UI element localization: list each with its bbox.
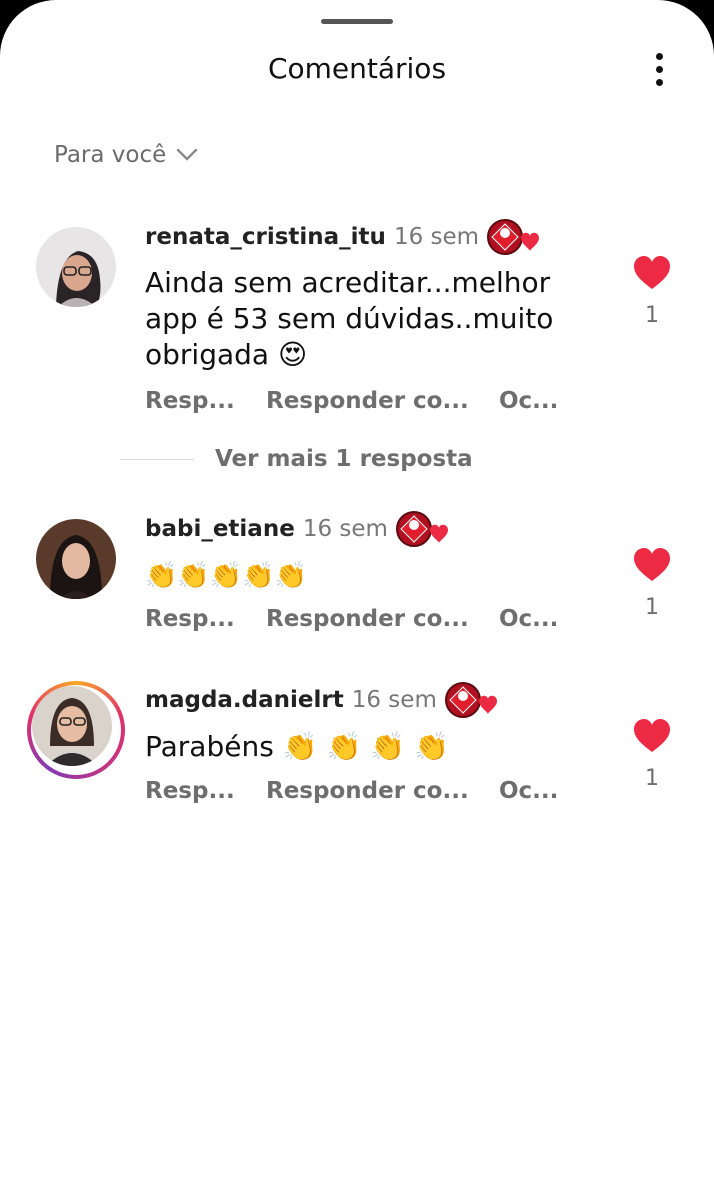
comment-meta: babi_etiane 16 sem	[145, 510, 452, 548]
creator-liked-badge-icon	[444, 681, 501, 719]
reply-button[interactable]: Resp...	[145, 606, 235, 632]
timestamp: 16 sem	[302, 516, 388, 542]
creator-liked-badge-icon	[395, 510, 452, 548]
like-button[interactable]: 1	[632, 255, 672, 328]
like-button[interactable]: 1	[632, 718, 672, 791]
username[interactable]: renata_cristina_itu	[145, 224, 386, 250]
heart-icon	[634, 548, 670, 581]
view-more-replies-label: Ver mais 1 resposta	[215, 446, 473, 472]
reply-with-button[interactable]: Responder co...	[266, 388, 469, 414]
view-more-replies[interactable]: Ver mais 1 resposta	[120, 446, 473, 472]
comment-text: Parabéns 👏 👏 👏 👏	[145, 730, 449, 763]
reply-with-button[interactable]: Responder co...	[266, 606, 469, 632]
heart-icon	[634, 719, 670, 752]
page-title: Comentários	[267, 52, 447, 85]
timestamp: 16 sem	[351, 687, 437, 713]
comment-text: Ainda sem acreditar...melhor app é 53 se…	[145, 266, 554, 371]
timestamp: 16 sem	[393, 224, 480, 250]
reply-with-button[interactable]: Responder co...	[266, 778, 469, 804]
filter-label: Para você	[54, 142, 167, 168]
reply-button[interactable]: Resp...	[145, 778, 235, 804]
like-count: 1	[645, 766, 659, 791]
filter-dropdown[interactable]: Para você	[54, 142, 198, 168]
more-options-icon[interactable]	[644, 50, 676, 90]
heart-icon	[634, 256, 670, 289]
chevron-down-icon	[177, 148, 198, 161]
like-button[interactable]: 1	[632, 547, 672, 620]
hide-button[interactable]: Oc...	[499, 606, 558, 632]
divider	[120, 458, 194, 460]
hide-button[interactable]: Oc...	[499, 778, 558, 804]
like-count: 1	[645, 595, 659, 620]
hide-button[interactable]: Oc...	[499, 388, 558, 414]
drag-handle[interactable]	[321, 19, 393, 24]
comment-meta: magda.danielrt 16 sem	[145, 681, 501, 719]
reply-button[interactable]: Resp...	[145, 388, 235, 414]
creator-liked-badge-icon	[487, 218, 543, 256]
avatar	[32, 686, 112, 766]
avatar[interactable]	[36, 227, 116, 307]
comment-meta: renata_cristina_itu 16 sem	[145, 218, 543, 256]
username[interactable]: babi_etiane	[145, 516, 295, 542]
like-count: 1	[645, 303, 659, 328]
comment-text: 👏👏👏👏👏	[145, 561, 307, 591]
story-ring[interactable]	[27, 681, 125, 779]
avatar[interactable]	[36, 519, 116, 599]
comments-sheet: Comentários Para você renata_cristina_it…	[0, 0, 714, 1180]
username[interactable]: magda.danielrt	[145, 687, 344, 713]
